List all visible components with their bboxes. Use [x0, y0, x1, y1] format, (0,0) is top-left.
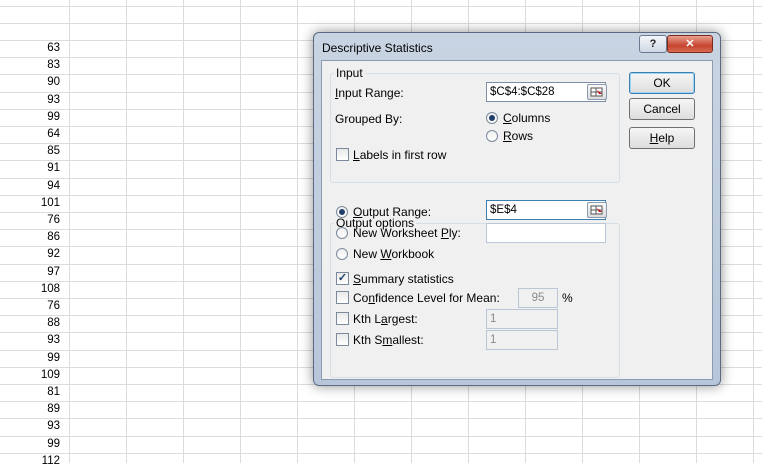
- row-gridline: [0, 23, 762, 24]
- row-gridline: [0, 6, 762, 7]
- summary-statistics-checkbox[interactable]: ✓: [336, 272, 349, 285]
- kth-largest-label[interactable]: Kth Largest:: [353, 312, 418, 326]
- grouped-by-rows-radio[interactable]: [486, 130, 498, 142]
- cell-value[interactable]: 93: [0, 418, 60, 435]
- cell-value[interactable]: 109: [0, 367, 60, 384]
- new-worksheet-ply-radio[interactable]: [336, 227, 348, 239]
- labels-first-row-label[interactable]: Labels in first row: [353, 148, 446, 162]
- grouped-by-columns-radio[interactable]: [486, 112, 498, 124]
- cell-value[interactable]: 99: [0, 350, 60, 367]
- output-range-collapse-button[interactable]: [587, 202, 607, 218]
- confidence-level-checkbox[interactable]: [336, 291, 349, 304]
- columns-label[interactable]: Columns: [503, 111, 550, 125]
- cell-value[interactable]: 108: [0, 281, 60, 298]
- confidence-level-label[interactable]: Confidence Level for Mean:: [353, 291, 500, 305]
- cell-value[interactable]: 86: [0, 229, 60, 246]
- input-range-collapse-button[interactable]: [587, 84, 607, 100]
- cell-value[interactable]: 93: [0, 92, 60, 109]
- cell-value[interactable]: 91: [0, 160, 60, 177]
- cell-value[interactable]: 92: [0, 246, 60, 263]
- cell-value[interactable]: 99: [0, 436, 60, 453]
- help-button[interactable]: Help: [629, 127, 695, 149]
- cell-value[interactable]: 88: [0, 315, 60, 332]
- row-gridline: [0, 401, 762, 402]
- kth-largest-field[interactable]: 1: [486, 309, 558, 329]
- cell-value[interactable]: 81: [0, 384, 60, 401]
- column-gridline: [240, 0, 241, 463]
- cell-value[interactable]: 101: [0, 195, 60, 212]
- kth-smallest-checkbox[interactable]: [336, 333, 349, 346]
- kth-smallest-field[interactable]: 1: [486, 330, 558, 350]
- column-gridline: [69, 0, 70, 463]
- row-gridline: [0, 418, 762, 419]
- dialog-client-area: Input Input Range: $C$4:$C$28 Grouped By…: [321, 60, 713, 380]
- cell-value[interactable]: 93: [0, 332, 60, 349]
- cell-value[interactable]: 112: [0, 453, 60, 470]
- cell-value[interactable]: 83: [0, 57, 60, 74]
- titlebar-close-button[interactable]: ✕: [667, 35, 713, 53]
- new-workbook-radio[interactable]: [336, 248, 348, 260]
- new-worksheet-ply-label[interactable]: New Worksheet Ply:: [353, 226, 461, 240]
- kth-largest-checkbox[interactable]: [336, 312, 349, 325]
- input-group-label: Input: [334, 66, 365, 80]
- output-range-label[interactable]: Output Range:: [353, 205, 431, 219]
- new-worksheet-ply-field[interactable]: [486, 223, 606, 243]
- cell-value[interactable]: 94: [0, 178, 60, 195]
- cell-value[interactable]: 85: [0, 143, 60, 160]
- dialog-titlebar[interactable]: Descriptive Statistics ? ✕: [314, 33, 720, 61]
- cell-value[interactable]: 99: [0, 109, 60, 126]
- dialog-title: Descriptive Statistics: [322, 41, 433, 55]
- column-gridline: [183, 0, 184, 463]
- confidence-unit: %: [562, 291, 573, 305]
- column-gridline: [297, 0, 298, 463]
- new-workbook-label[interactable]: New Workbook: [353, 247, 434, 261]
- rows-label[interactable]: Rows: [503, 129, 533, 143]
- input-range-label: Input Range:: [335, 86, 404, 100]
- ok-button[interactable]: OK: [629, 72, 695, 94]
- cell-value[interactable]: 64: [0, 126, 60, 143]
- cell-value[interactable]: 89: [0, 401, 60, 418]
- labels-first-row-checkbox[interactable]: [336, 148, 349, 161]
- column-gridline: [753, 0, 754, 463]
- range-select-icon: [590, 205, 603, 215]
- output-range-radio[interactable]: [336, 206, 348, 218]
- cell-value[interactable]: 90: [0, 74, 60, 91]
- cell-value[interactable]: 76: [0, 212, 60, 229]
- cell-value[interactable]: 76: [0, 298, 60, 315]
- grouped-by-label: Grouped By:: [335, 112, 403, 126]
- cell-value[interactable]: 97: [0, 264, 60, 281]
- kth-smallest-label[interactable]: Kth Smallest:: [353, 333, 424, 347]
- descriptive-statistics-dialog: Descriptive Statistics ? ✕ Input Input R…: [313, 32, 721, 386]
- row-gridline: [0, 436, 762, 437]
- titlebar-help-button[interactable]: ?: [639, 35, 667, 53]
- cell-value[interactable]: 63: [0, 40, 60, 57]
- confidence-level-field[interactable]: 95: [518, 288, 558, 308]
- summary-statistics-label[interactable]: Summary statistics: [353, 272, 454, 286]
- row-gridline: [0, 453, 762, 454]
- cancel-button[interactable]: Cancel: [629, 98, 695, 120]
- range-select-icon: [590, 87, 603, 97]
- column-gridline: [126, 0, 127, 463]
